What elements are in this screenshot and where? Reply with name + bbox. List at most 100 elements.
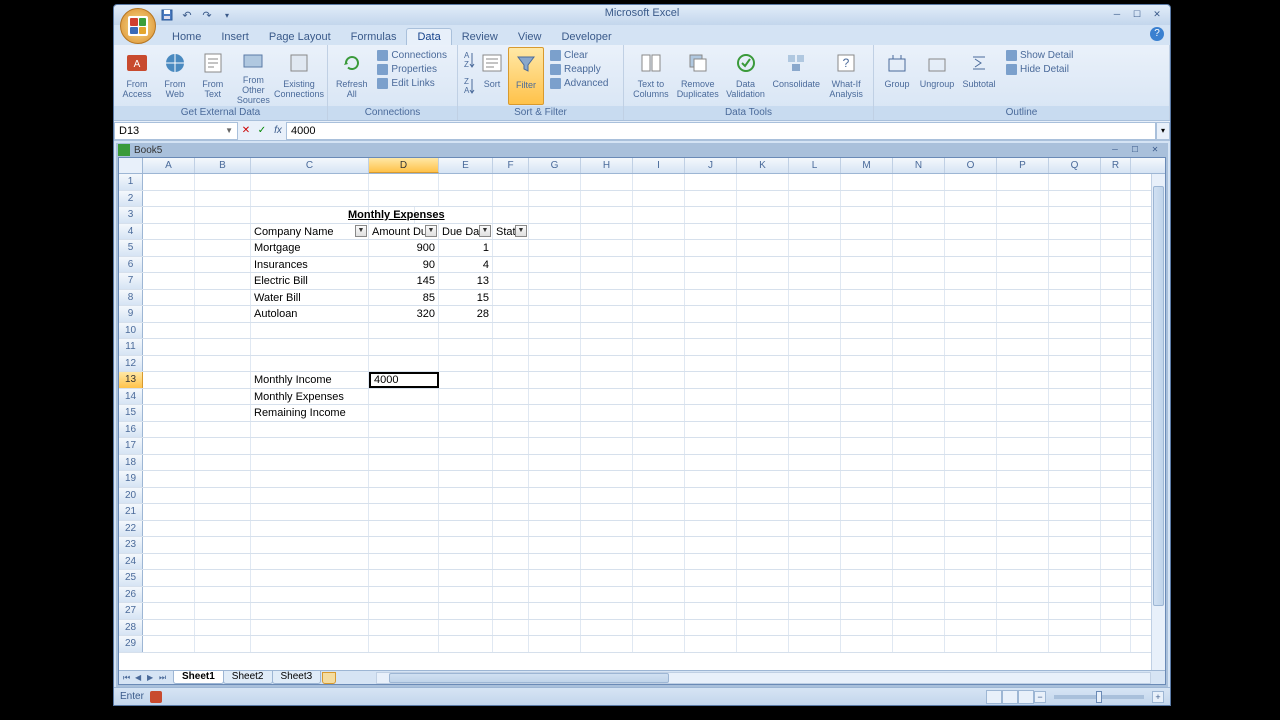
- cell-F9[interactable]: [493, 306, 529, 322]
- cell-L16[interactable]: [789, 422, 841, 438]
- cell-M4[interactable]: [841, 224, 893, 240]
- cell-I15[interactable]: [633, 405, 685, 421]
- cell-Q17[interactable]: [1049, 438, 1101, 454]
- cell-D8[interactable]: 85: [369, 290, 439, 306]
- cell-E4[interactable]: Due Da▼: [439, 224, 493, 240]
- normal-view-button[interactable]: [986, 690, 1002, 704]
- cell-L26[interactable]: [789, 587, 841, 603]
- properties-button[interactable]: Properties: [375, 63, 449, 76]
- cell-M22[interactable]: [841, 521, 893, 537]
- sort-button[interactable]: Sort: [476, 47, 508, 105]
- cell-G7[interactable]: [529, 273, 581, 289]
- help-icon[interactable]: ?: [1150, 27, 1164, 41]
- cell-A7[interactable]: [143, 273, 195, 289]
- sort-az-button[interactable]: AZ: [462, 49, 476, 73]
- redo-icon[interactable]: ↷: [200, 8, 214, 22]
- cell-F10[interactable]: [493, 323, 529, 339]
- cell-B12[interactable]: [195, 356, 251, 372]
- cell-G8[interactable]: [529, 290, 581, 306]
- refresh-all-button[interactable]: Refresh All: [332, 47, 371, 105]
- cell-K5[interactable]: [737, 240, 789, 256]
- cell-D16[interactable]: [369, 422, 439, 438]
- cell-N6[interactable]: [893, 257, 945, 273]
- cell-E9[interactable]: 28: [439, 306, 493, 322]
- cell-D28[interactable]: [369, 620, 439, 636]
- cell-P14[interactable]: [997, 389, 1049, 405]
- clear-button[interactable]: Clear: [548, 49, 610, 62]
- row-header-29[interactable]: 29: [119, 636, 143, 652]
- sheet-nav-next[interactable]: ▶: [147, 673, 157, 683]
- cell-K9[interactable]: [737, 306, 789, 322]
- cell-P3[interactable]: [997, 207, 1049, 223]
- cell-C15[interactable]: Remaining Income: [251, 405, 369, 421]
- row-header-6[interactable]: 6: [119, 257, 143, 273]
- cell-Q8[interactable]: [1049, 290, 1101, 306]
- name-box[interactable]: D13 ▼: [114, 122, 238, 140]
- row-header-18[interactable]: 18: [119, 455, 143, 471]
- cell-H20[interactable]: [581, 488, 633, 504]
- macro-record-icon[interactable]: [150, 691, 162, 703]
- formula-input[interactable]: 4000: [286, 122, 1156, 140]
- cell-Q4[interactable]: [1049, 224, 1101, 240]
- cell-F24[interactable]: [493, 554, 529, 570]
- cell-H28[interactable]: [581, 620, 633, 636]
- cell-O19[interactable]: [945, 471, 997, 487]
- cell-R22[interactable]: [1101, 521, 1131, 537]
- cell-M2[interactable]: [841, 191, 893, 207]
- col-header-P[interactable]: P: [997, 158, 1049, 173]
- cell-C21[interactable]: [251, 504, 369, 520]
- cell-A5[interactable]: [143, 240, 195, 256]
- cell-G25[interactable]: [529, 570, 581, 586]
- filter-dropdown-E4[interactable]: ▼: [479, 225, 491, 237]
- cell-G27[interactable]: [529, 603, 581, 619]
- cell-J24[interactable]: [685, 554, 737, 570]
- cell-C24[interactable]: [251, 554, 369, 570]
- cell-N27[interactable]: [893, 603, 945, 619]
- cell-R26[interactable]: [1101, 587, 1131, 603]
- cell-L2[interactable]: [789, 191, 841, 207]
- cell-E24[interactable]: [439, 554, 493, 570]
- select-all-corner[interactable]: [119, 158, 143, 173]
- vscroll-thumb[interactable]: [1153, 186, 1164, 606]
- cell-F20[interactable]: [493, 488, 529, 504]
- cell-K28[interactable]: [737, 620, 789, 636]
- cell-P7[interactable]: [997, 273, 1049, 289]
- cell-C22[interactable]: [251, 521, 369, 537]
- cell-Q2[interactable]: [1049, 191, 1101, 207]
- cell-R25[interactable]: [1101, 570, 1131, 586]
- cell-O21[interactable]: [945, 504, 997, 520]
- cell-C27[interactable]: [251, 603, 369, 619]
- cell-Q24[interactable]: [1049, 554, 1101, 570]
- cell-M14[interactable]: [841, 389, 893, 405]
- cell-H29[interactable]: [581, 636, 633, 652]
- cell-G1[interactable]: [529, 174, 581, 190]
- advanced-button[interactable]: Advanced: [548, 77, 610, 90]
- cell-L18[interactable]: [789, 455, 841, 471]
- cell-M8[interactable]: [841, 290, 893, 306]
- tab-data[interactable]: Data: [406, 28, 451, 45]
- col-header-E[interactable]: E: [439, 158, 493, 173]
- cell-J21[interactable]: [685, 504, 737, 520]
- cell-K3[interactable]: [737, 207, 789, 223]
- cell-Q12[interactable]: [1049, 356, 1101, 372]
- cell-O29[interactable]: [945, 636, 997, 652]
- cell-K10[interactable]: [737, 323, 789, 339]
- cell-Q29[interactable]: [1049, 636, 1101, 652]
- reapply-button[interactable]: Reapply: [548, 63, 610, 76]
- cell-R11[interactable]: [1101, 339, 1131, 355]
- cell-J1[interactable]: [685, 174, 737, 190]
- cell-H21[interactable]: [581, 504, 633, 520]
- cell-A8[interactable]: [143, 290, 195, 306]
- cell-N22[interactable]: [893, 521, 945, 537]
- cell-Q23[interactable]: [1049, 537, 1101, 553]
- cell-O11[interactable]: [945, 339, 997, 355]
- cell-R4[interactable]: [1101, 224, 1131, 240]
- cell-N4[interactable]: [893, 224, 945, 240]
- cell-A18[interactable]: [143, 455, 195, 471]
- cell-J9[interactable]: [685, 306, 737, 322]
- cell-L8[interactable]: [789, 290, 841, 306]
- cell-E19[interactable]: [439, 471, 493, 487]
- cell-P13[interactable]: [997, 372, 1049, 388]
- cell-F26[interactable]: [493, 587, 529, 603]
- cell-Q16[interactable]: [1049, 422, 1101, 438]
